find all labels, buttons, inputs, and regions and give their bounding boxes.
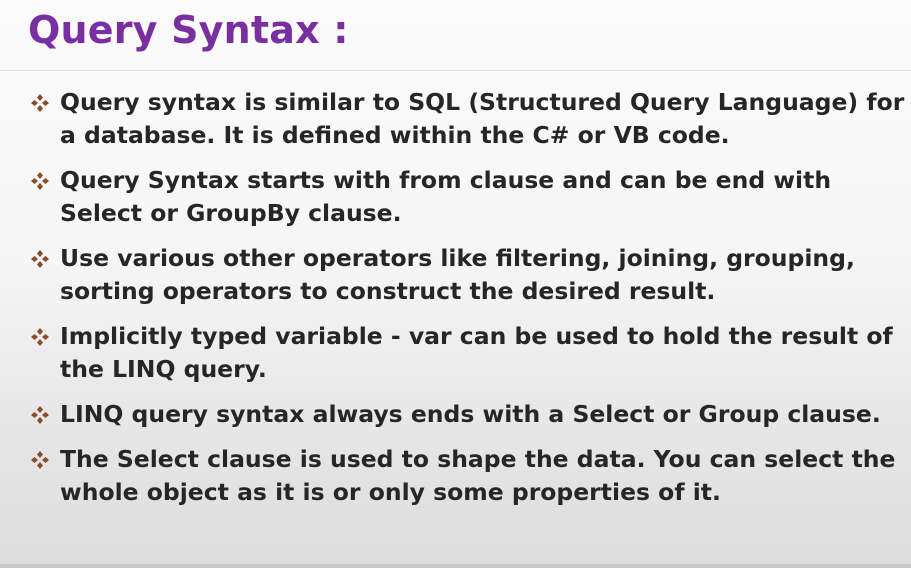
- bullet-item: LINQ query syntax always ends with a Sel…: [28, 398, 908, 431]
- diamond-cluster-icon: [31, 250, 49, 268]
- diamond-cluster-icon: [31, 328, 49, 346]
- diamond-cluster-icon: [31, 172, 49, 190]
- bullet-item: Query syntax is similar to SQL (Structur…: [28, 86, 908, 152]
- bullet-item: The Select clause is used to shape the d…: [28, 443, 908, 509]
- bullet-text: Query syntax is similar to SQL (Structur…: [60, 88, 905, 149]
- diamond-cluster-icon: [31, 94, 49, 112]
- diamond-cluster-icon: [31, 406, 49, 424]
- bullet-list: Query syntax is similar to SQL (Structur…: [28, 86, 908, 521]
- bullet-text: Query Syntax starts with from clause and…: [60, 166, 832, 227]
- bullet-item: Implicitly typed variable - var can be u…: [28, 320, 908, 386]
- title-divider: [0, 70, 911, 71]
- bottom-bar: [0, 564, 911, 568]
- slide: Query Syntax : Query syntax is similar t…: [0, 0, 911, 568]
- bullet-item: Query Syntax starts with from clause and…: [28, 164, 908, 230]
- bullet-item: Use various other operators like filteri…: [28, 242, 908, 308]
- bullet-text: Use various other operators like filteri…: [60, 244, 855, 305]
- diamond-cluster-icon: [31, 451, 49, 469]
- bullet-text: Implicitly typed variable - var can be u…: [60, 322, 893, 383]
- bullet-text: LINQ query syntax always ends with a Sel…: [60, 400, 881, 428]
- bullet-text: The Select clause is used to shape the d…: [60, 445, 896, 506]
- slide-title: Query Syntax :: [28, 8, 349, 52]
